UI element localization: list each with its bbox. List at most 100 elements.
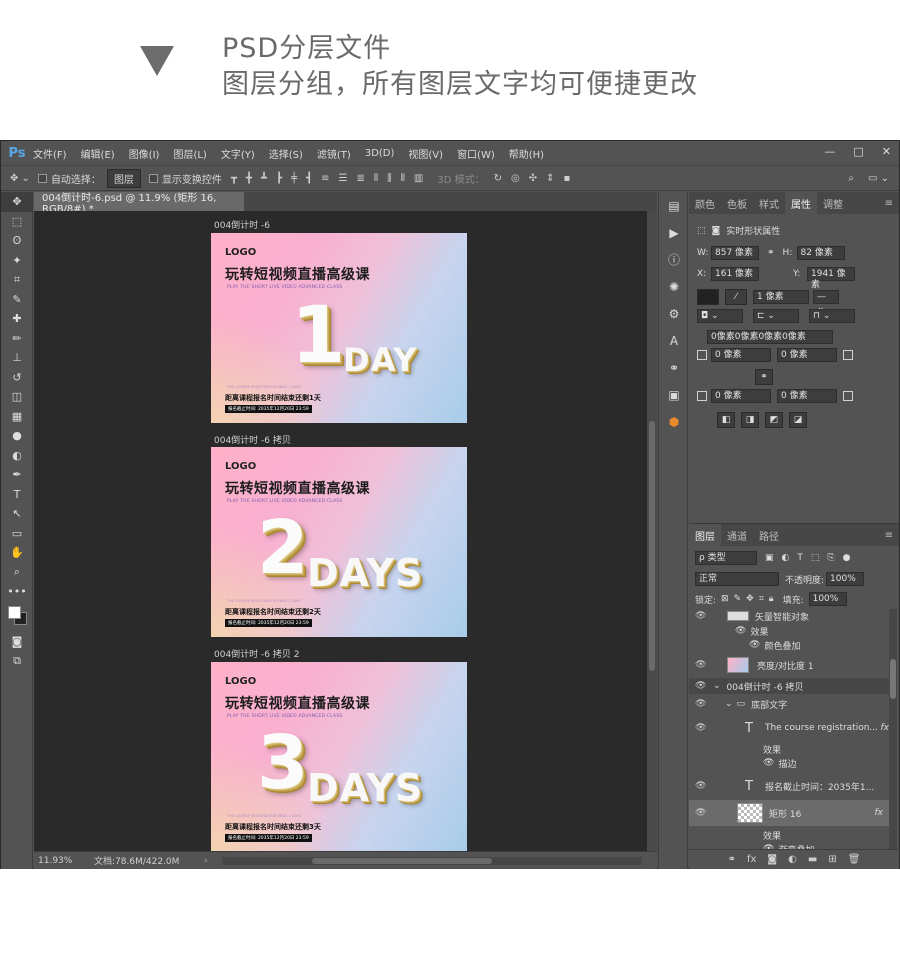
blend-mode-dropdown[interactable]: 正常: [695, 572, 779, 586]
distribute-bottom-icon[interactable]: ≣: [356, 173, 364, 184]
artboard-label[interactable]: 004倒计时 -6 拷贝: [214, 433, 291, 446]
distribute-top-icon[interactable]: ≡: [321, 173, 329, 184]
fill-swatch[interactable]: [697, 289, 719, 305]
crop-icon[interactable]: ⌗: [1, 270, 33, 290]
character-panel-icon[interactable]: A: [659, 327, 689, 354]
height-field[interactable]: 82 像素: [796, 246, 845, 260]
foreground-color[interactable]: [8, 605, 21, 619]
libraries-panel-icon[interactable]: ▣: [659, 381, 689, 408]
gradient-icon[interactable]: ▦: [1, 407, 33, 427]
subtract-shapes-icon[interactable]: ◨: [741, 412, 759, 428]
layer-row[interactable]: 👁︎ 亮度/对比度 1: [689, 654, 889, 676]
info-panel-icon[interactable]: ⓘ: [659, 246, 689, 273]
pen-icon[interactable]: ✒: [1, 465, 33, 485]
artboard-2[interactable]: LOGO 玩转短视频直播高级课 PLAY THE SHORT LIVE VIDE…: [211, 447, 467, 637]
tab-layers[interactable]: 图层: [689, 524, 721, 546]
fill-field[interactable]: 100%: [808, 592, 847, 606]
scroll-thumb[interactable]: [312, 857, 492, 864]
zoom-level[interactable]: 11.93%: [38, 856, 94, 866]
combine-shapes-icon[interactable]: ◧: [717, 412, 735, 428]
healing-brush-icon[interactable]: ✚: [1, 309, 33, 329]
layer-row[interactable]: 👁︎ T 报名截止时间：2035年1...: [689, 774, 889, 798]
layer-row[interactable]: 👁︎ 描边: [689, 756, 889, 770]
canvas-horizontal-scrollbar[interactable]: [222, 856, 642, 865]
layer-row-selected[interactable]: 👁︎ 矩形 16 fx: [689, 800, 889, 826]
layer-row[interactable]: 👁︎ 颜色叠加: [689, 638, 889, 652]
eye-icon[interactable]: 👁︎: [695, 808, 706, 818]
lock-all-icon[interactable]: 🔒︎: [769, 594, 774, 604]
scroll-thumb[interactable]: [649, 421, 655, 671]
adjust-panel-icon[interactable]: ⚙: [659, 300, 689, 327]
lock-transparent-icon[interactable]: ⊠: [721, 594, 729, 604]
hand-icon[interactable]: ✋: [1, 543, 33, 563]
chevron-down-icon[interactable]: ⌄: [725, 699, 733, 709]
close-icon[interactable]: ✕: [882, 145, 891, 158]
fx-icon[interactable]: fx: [875, 808, 884, 818]
clone-stamp-icon[interactable]: ⊥: [1, 348, 33, 368]
delete-layer-icon[interactable]: 🗑︎: [848, 854, 861, 865]
layer-row[interactable]: 👁︎ ⌄ 004倒计时 -6 拷贝: [689, 678, 889, 694]
layers-menu-icon[interactable]: ≡: [879, 524, 899, 546]
artboard-label[interactable]: 004倒计时 -6: [214, 218, 270, 231]
y-field[interactable]: 1941 像素: [807, 267, 855, 290]
quick-mask-icon[interactable]: ◙: [1, 632, 33, 652]
menu-filter[interactable]: 滤镜(T): [317, 146, 351, 161]
canvas-area[interactable]: 004倒计时 -6 LOGO 玩转短视频直播高级课 PLAY THE SHORT…: [34, 211, 647, 851]
effect-eye-icon[interactable]: 👁︎: [749, 640, 760, 650]
dodge-icon[interactable]: ◐: [1, 446, 33, 466]
filter-shape-icon[interactable]: ⬚: [811, 553, 820, 563]
stroke-type-dropdown[interactable]: — ⌄: [813, 290, 839, 313]
distribute-left-icon[interactable]: ⫴: [374, 173, 378, 184]
layers-scrollbar[interactable]: [889, 609, 897, 849]
lock-position-icon[interactable]: ✥: [746, 594, 754, 604]
filter-adjust-icon[interactable]: ◐: [782, 553, 790, 563]
move-tool-icon[interactable]: ✥ ⌄: [10, 173, 30, 184]
x-field[interactable]: 161 像素: [711, 267, 759, 281]
intersect-shapes-icon[interactable]: ◩: [765, 412, 783, 428]
magic-wand-icon[interactable]: ✦: [1, 251, 33, 271]
chevron-down-icon[interactable]: ⌄: [713, 681, 721, 691]
layer-row[interactable]: 👁︎ 矢量智能对象: [689, 610, 889, 622]
layer-row[interactable]: 👁︎ ⌄ ▭ 底部文字: [689, 696, 889, 712]
eye-icon[interactable]: 👁︎: [695, 681, 706, 691]
3d-rotate-icon[interactable]: ↻: [494, 173, 502, 184]
link-layers-icon[interactable]: ⚭: [728, 854, 736, 865]
align-vcenter-icon[interactable]: ╋: [246, 173, 252, 184]
menu-layer[interactable]: 图层(L): [173, 146, 206, 161]
tab-channels[interactable]: 通道: [721, 524, 753, 546]
fx-add-icon[interactable]: fx: [747, 854, 756, 865]
menu-image[interactable]: 图像(I): [129, 146, 160, 161]
eye-icon[interactable]: 👁︎: [695, 660, 706, 670]
panel-menu-icon[interactable]: ≡: [879, 192, 899, 214]
history-brush-icon[interactable]: ↺: [1, 368, 33, 388]
minimize-icon[interactable]: —: [824, 145, 835, 158]
3d-panel-icon[interactable]: ⬢: [659, 408, 689, 435]
align-top-icon[interactable]: ┳: [231, 173, 237, 184]
3d-slide-icon[interactable]: ⇕: [546, 173, 554, 184]
lock-pixels-icon[interactable]: ✎: [734, 594, 742, 604]
menu-help[interactable]: 帮助(H): [509, 146, 544, 161]
paragraph-panel-icon[interactable]: ⚭: [659, 354, 689, 381]
3d-scale-icon[interactable]: ▪: [564, 173, 571, 184]
menu-edit[interactable]: 编辑(E): [81, 146, 115, 161]
color-swatches[interactable]: [1, 602, 33, 632]
eyedropper-icon[interactable]: ✎: [1, 290, 33, 310]
align-left-icon[interactable]: ┣: [276, 173, 282, 184]
maximize-icon[interactable]: □: [853, 145, 863, 158]
eye-icon[interactable]: 👁︎: [695, 611, 706, 621]
more-tools-icon[interactable]: •••: [1, 582, 33, 602]
menu-select[interactable]: 选择(S): [269, 146, 303, 161]
type-icon[interactable]: T: [1, 485, 33, 505]
auto-select-checkbox[interactable]: [37, 173, 47, 183]
lasso-icon[interactable]: ʘ: [1, 231, 33, 251]
opacity-field[interactable]: 100%: [826, 572, 865, 586]
layer-row[interactable]: 👁︎ T The course registration... fx: [689, 714, 889, 742]
eye-icon[interactable]: 👁︎: [695, 723, 706, 733]
corner-tl-field[interactable]: 0 像素: [711, 348, 771, 362]
eye-icon[interactable]: 👁︎: [695, 699, 706, 709]
eye-icon[interactable]: 👁︎: [695, 781, 706, 791]
artboard-1[interactable]: LOGO 玩转短视频直播高级课 PLAY THE SHORT LIVE VIDE…: [211, 233, 467, 423]
menu-type[interactable]: 文字(Y): [221, 146, 255, 161]
lock-artboard-icon[interactable]: ⌗: [759, 594, 764, 604]
layer-filter-dropdown[interactable]: ρ 类型: [695, 551, 757, 565]
